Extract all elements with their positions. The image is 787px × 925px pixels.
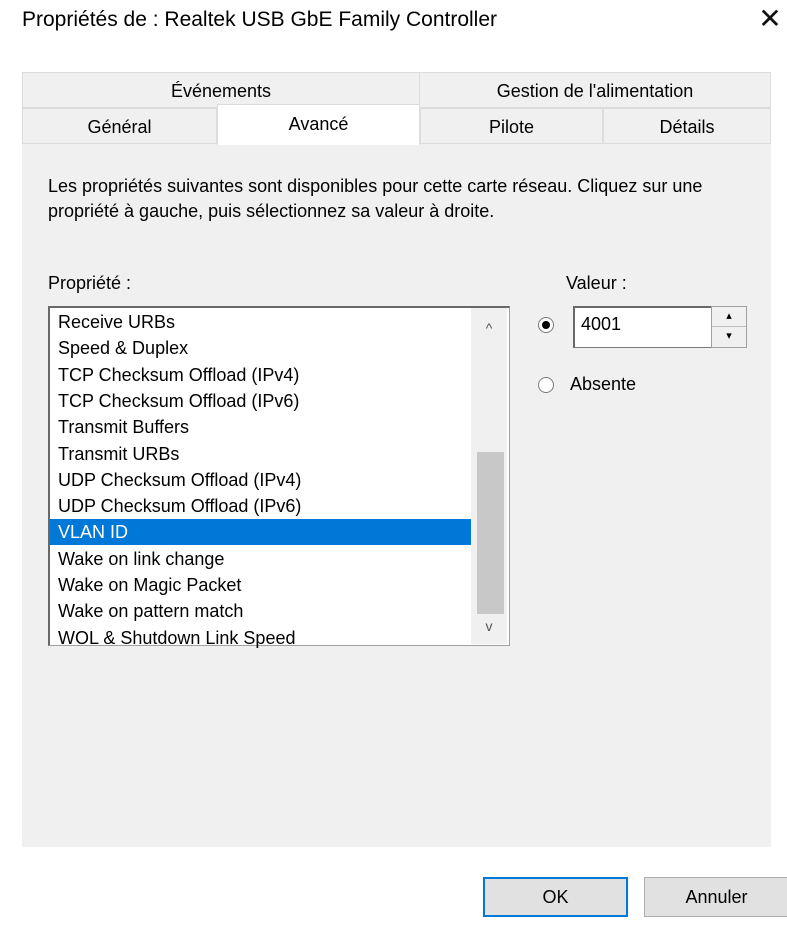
tab-label: Avancé (288, 114, 349, 134)
tab-label: Détails (659, 117, 715, 137)
property-list-item[interactable]: VLAN ID (50, 519, 471, 546)
property-label: Propriété : (48, 273, 132, 293)
property-list-item[interactable]: TCP Checksum Offload (IPv6) (54, 388, 468, 414)
property-list-item[interactable]: Transmit URBs (54, 441, 468, 467)
tab-avance[interactable]: Avancé (217, 104, 420, 145)
value-spinner[interactable]: ▴ ▾ (711, 306, 747, 348)
scroll-thumb[interactable] (477, 452, 504, 614)
property-list-item[interactable]: Speed & Duplex (54, 335, 468, 361)
panel-description: Les propriétés suivantes sont disponible… (48, 176, 703, 221)
scroll-up-button[interactable]: ^ (471, 310, 507, 346)
value-input[interactable]: 4001 (573, 306, 713, 348)
scroll-down-button[interactable]: v (471, 608, 507, 644)
tab-pilote[interactable]: Pilote (420, 108, 603, 144)
tab-general[interactable]: Général (22, 108, 217, 144)
spin-up-button[interactable]: ▴ (712, 307, 746, 327)
spin-down-button[interactable]: ▾ (712, 327, 746, 347)
property-list-item[interactable]: UDP Checksum Offload (IPv6) (54, 493, 468, 519)
tab-evenements[interactable]: Événements (22, 72, 420, 108)
tab-label: Pilote (488, 117, 535, 137)
absent-radio-label[interactable]: Absente (570, 374, 636, 395)
absent-radio[interactable] (538, 377, 554, 393)
tab-label: Gestion de l'alimentation (496, 81, 694, 101)
window-title: Propriétés de : Realtek USB GbE Family C… (22, 8, 498, 31)
radio-dot-icon (542, 321, 550, 329)
close-icon[interactable]: ✕ (757, 5, 783, 33)
tab-details[interactable]: Détails (603, 108, 771, 144)
ok-button[interactable]: OK (483, 877, 628, 917)
property-list-item[interactable]: Wake on Magic Packet (54, 572, 468, 598)
property-list-item[interactable]: Receive URBs (54, 309, 468, 335)
property-list-item[interactable]: Wake on link change (54, 546, 468, 572)
tab-label: Général (87, 117, 152, 137)
value-label: Valeur : (566, 273, 627, 293)
value-radio[interactable] (538, 317, 554, 333)
property-list-item[interactable]: Wake on pattern match (54, 598, 468, 624)
property-list-item[interactable]: UDP Checksum Offload (IPv4) (54, 467, 468, 493)
property-list-item[interactable]: WOL & Shutdown Link Speed (54, 625, 468, 651)
property-list-item[interactable]: TCP Checksum Offload (IPv4) (54, 362, 468, 388)
property-list-item[interactable]: Transmit Buffers (54, 414, 468, 440)
cancel-button[interactable]: Annuler (644, 877, 787, 917)
property-scrollbar[interactable]: ^ v (471, 308, 507, 644)
tab-gestion-alimentation[interactable]: Gestion de l'alimentation (419, 72, 771, 108)
